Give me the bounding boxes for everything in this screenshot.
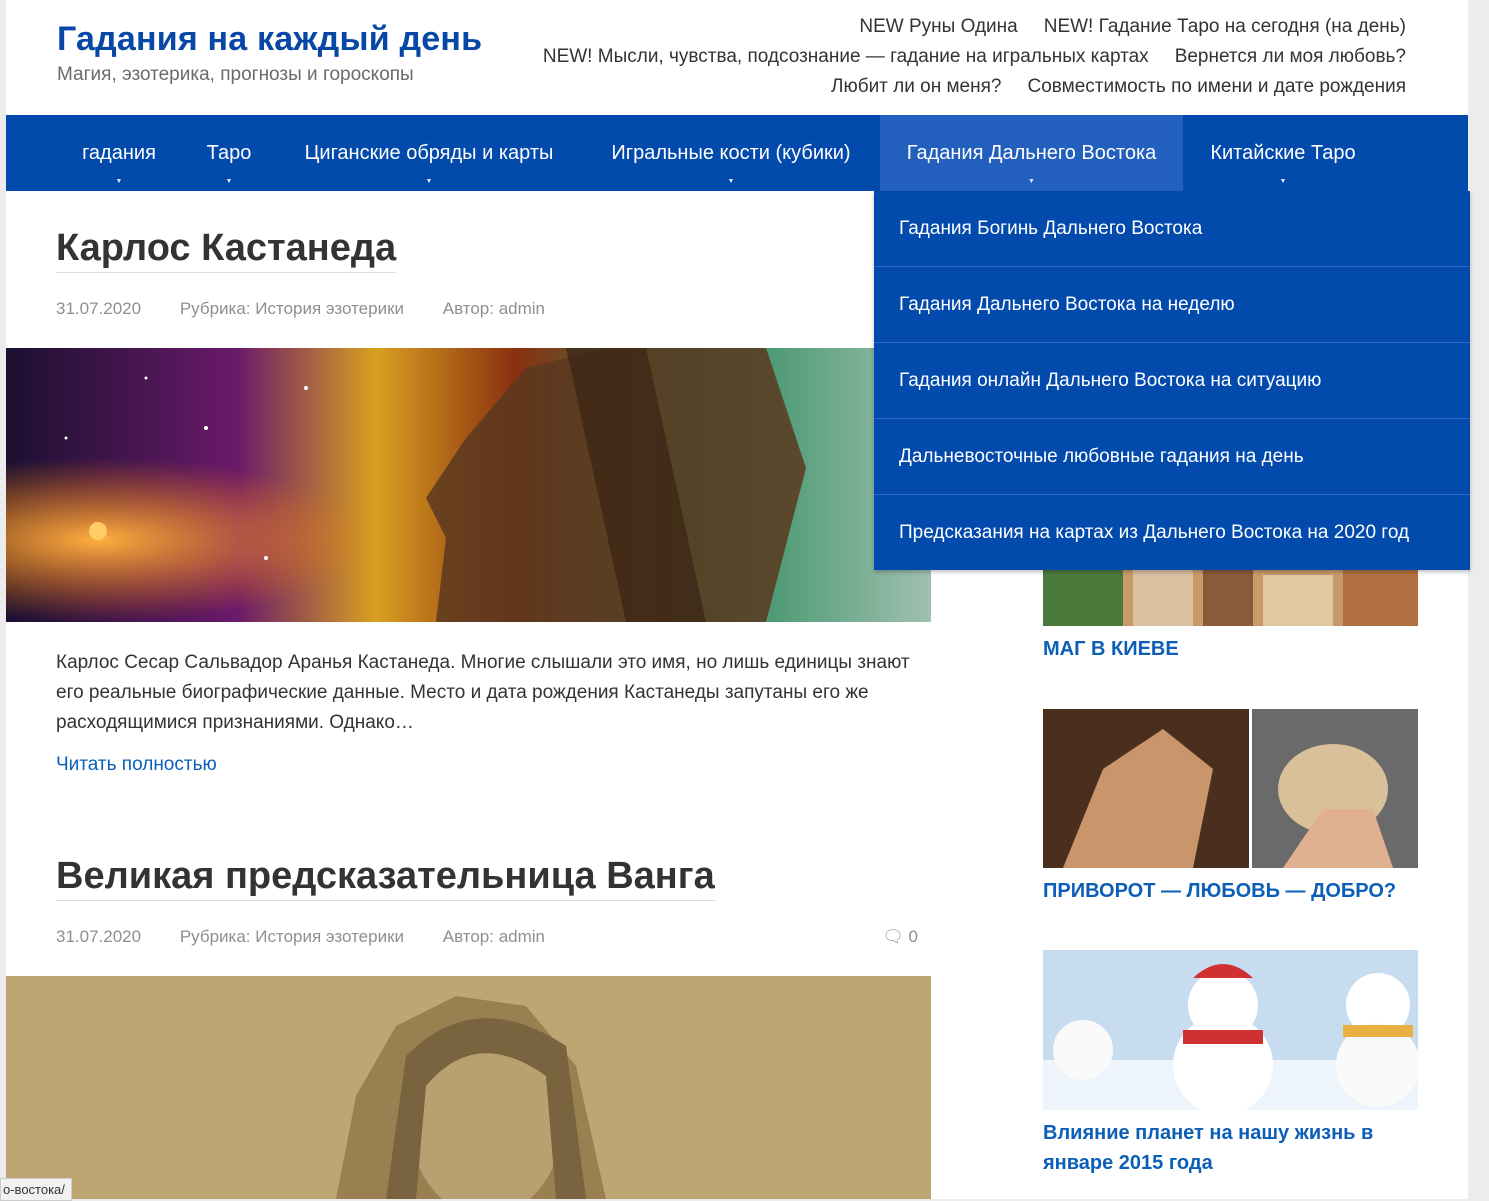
nav-item-label: Китайские Таро	[1210, 142, 1356, 164]
chevron-down-icon: ▼	[425, 178, 433, 185]
post-category[interactable]: Рубрика: История эзотерики	[180, 299, 404, 318]
nav-item-label: Гадания Дальнего Востока	[906, 142, 1157, 164]
post-image-vanga[interactable]	[6, 976, 931, 1199]
far-east-dropdown-menu: Гадания Богинь Дальнего Востока Гадания …	[874, 191, 1470, 570]
sidebar-image-art	[1043, 709, 1418, 868]
top-link-love-return[interactable]: Вернется ли моя любовь?	[1175, 46, 1406, 67]
dropdown-item-week[interactable]: Гадания Дальнего Востока на неделю	[874, 267, 1470, 343]
main-nav: гадания ▼ Таро ▼ Циганские обряды и карт…	[6, 115, 1468, 191]
post-title[interactable]: Карлос Кастанеда	[56, 227, 397, 273]
sidebar-image-privorot[interactable]	[1043, 709, 1418, 868]
post-meta: 31.07.2020 Рубрика: История эзотерики Ав…	[56, 927, 579, 947]
nav-item-label: Циганские обряды и карты	[304, 142, 554, 164]
post-author[interactable]: Автор: admin	[443, 299, 545, 318]
post-author[interactable]: Автор: admin	[443, 927, 545, 946]
comment-icon: 🗨	[882, 927, 904, 946]
nav-item-label: гадания	[82, 142, 156, 164]
nav-item-label: Игральные кости (кубики)	[611, 142, 851, 164]
chevron-down-icon: ▼	[1279, 178, 1287, 185]
dropdown-item-love-day[interactable]: Дальневосточные любовные гадания на день	[874, 419, 1470, 495]
nav-item-chinese-taro[interactable]: Китайские Таро ▼	[1183, 115, 1383, 191]
sidebar-image-art	[1043, 950, 1418, 1110]
post-title[interactable]: Великая предсказательница Ванга	[56, 855, 715, 901]
sidebar-image-snowmen[interactable]	[1043, 950, 1418, 1110]
post-meta: 31.07.2020 Рубрика: История эзотерики Ав…	[56, 299, 579, 319]
nav-item-dice[interactable]: Игральные кости (кубики) ▼	[582, 115, 880, 191]
nav-item-taro[interactable]: Таро ▼	[182, 115, 276, 191]
post-category[interactable]: Рубрика: История эзотерики	[180, 927, 404, 946]
nav-item-gadaniya[interactable]: гадания ▼	[56, 115, 182, 191]
post-image-castaneda[interactable]	[6, 348, 931, 622]
chevron-down-icon: ▼	[1028, 178, 1035, 185]
top-links-menu: NEW Руны Одина NEW! Гадание Таро на сегод…	[506, 12, 1406, 102]
comments-count-value: 0	[908, 927, 918, 946]
chevron-down-icon: ▼	[225, 178, 233, 185]
site-title[interactable]: Гадания на каждый день	[57, 20, 482, 59]
top-link-tarot-today[interactable]: NEW! Гадание Таро на сегодня (на день)	[1044, 16, 1406, 37]
comments-count[interactable]: 🗨 0	[882, 927, 918, 947]
top-link-runes[interactable]: NEW Руны Одина	[859, 16, 1017, 37]
sidebar-post-title[interactable]: ПРИВОРОТ — ЛЮБОВЬ — ДОБРО?	[1043, 876, 1418, 906]
post-image-art	[6, 348, 931, 622]
chevron-down-icon: ▼	[115, 178, 123, 185]
nav-item-label: Таро	[206, 142, 252, 164]
top-link-compatibility[interactable]: Совместимость по имени и дате рождения	[1027, 76, 1406, 97]
chevron-down-icon: ▼	[727, 178, 735, 185]
post-date: 31.07.2020	[56, 927, 142, 946]
dropdown-item-situation[interactable]: Гадания онлайн Дальнего Востока на ситуа…	[874, 343, 1470, 419]
status-bar-url: о-востока/	[0, 1178, 72, 1201]
sidebar-post-title[interactable]: МАГ В КИЕВЕ	[1043, 634, 1418, 664]
top-link-playing-cards[interactable]: NEW! Мысли, чувства, подсознание — гадан…	[543, 46, 1149, 67]
dropdown-item-2020[interactable]: Предсказания на картах из Дальнего Восто…	[874, 495, 1470, 571]
post-image-art	[6, 976, 931, 1199]
sidebar-post-title[interactable]: Влияние планет на нашу жизнь в январе 20…	[1043, 1118, 1418, 1178]
post-excerpt: Карлос Сесар Сальвадор Аранья Кастанеда.…	[56, 652, 910, 733]
top-link-loves-me[interactable]: Любит ли он меня?	[831, 76, 1002, 97]
read-more-link[interactable]: Читать полностью	[56, 754, 217, 776]
dropdown-item-goddesses[interactable]: Гадания Богинь Дальнего Востока	[874, 191, 1470, 267]
nav-item-far-east[interactable]: Гадания Дальнего Востока ▼	[880, 115, 1183, 191]
nav-item-gypsy[interactable]: Циганские обряды и карты ▼	[276, 115, 582, 191]
post-date: 31.07.2020	[56, 299, 142, 318]
page: Гадания на каждый день Магия, эзотерика,…	[6, 0, 1468, 1199]
site-description: Магия, эзотерика, прогнозы и гороскопы	[57, 64, 414, 85]
